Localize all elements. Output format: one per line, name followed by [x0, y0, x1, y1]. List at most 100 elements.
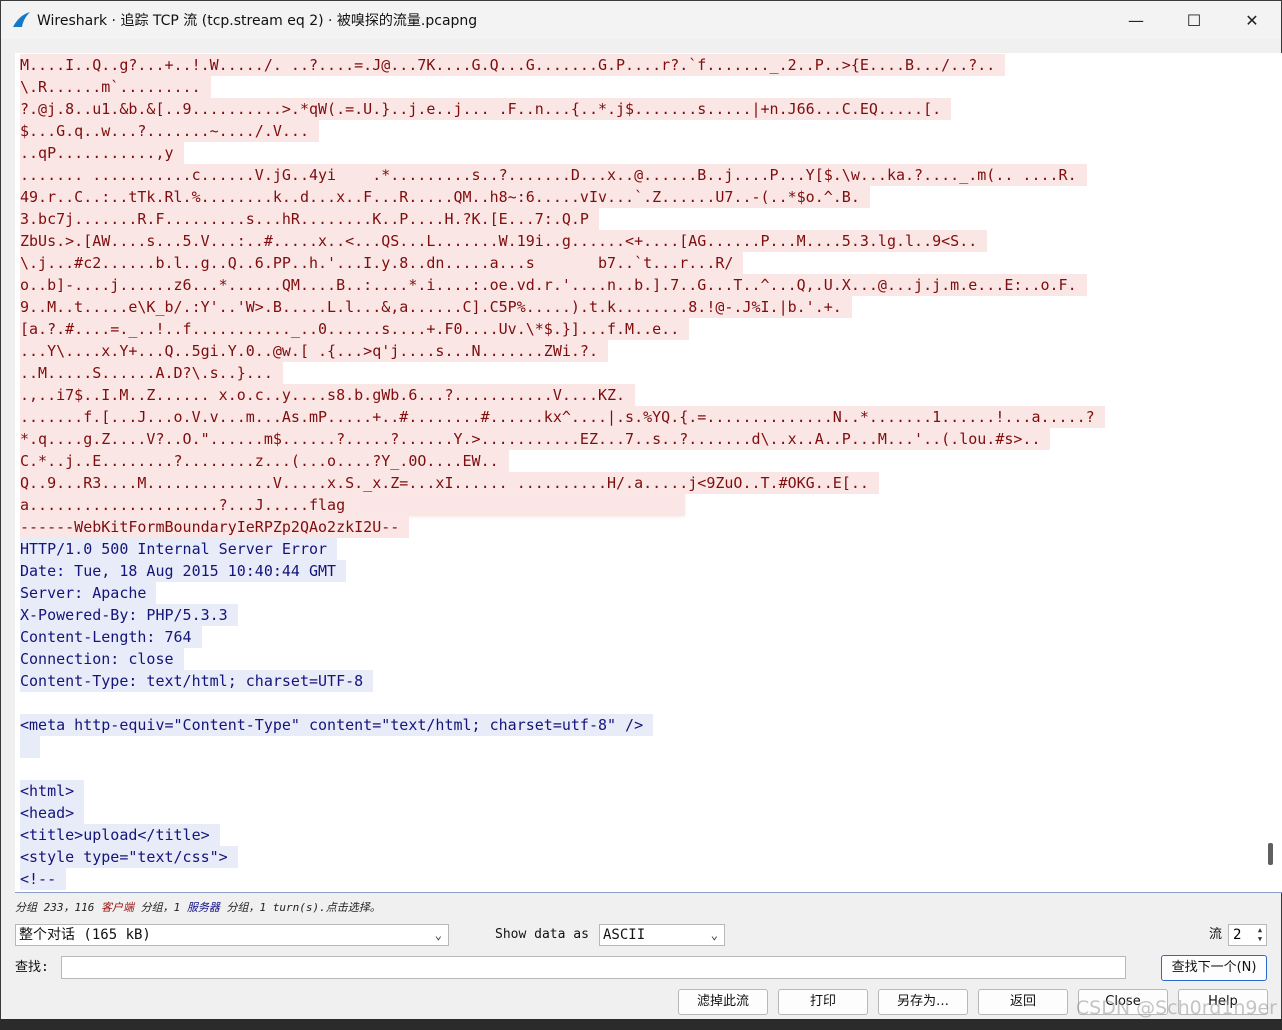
save-as-button[interactable]: 另存为…	[878, 989, 968, 1015]
server-stream-line: <!--	[20, 868, 1247, 890]
show-data-as-select[interactable]: ASCII ⌄	[599, 924, 725, 946]
stream-line-text: <title>upload</title>	[20, 824, 220, 846]
server-stream-line: Connection: close	[20, 648, 1247, 670]
stream-line-text: <head>	[20, 802, 85, 824]
server-stream-line: Date: Tue, 18 Aug 2015 10:40:44 GMT	[20, 560, 1247, 582]
find-next-button[interactable]: 查找下一个(N)	[1161, 955, 1267, 981]
client-stream-line: ...Y\....x.Y+...Q..5gi.Y.0..@w.[ .{...>q…	[20, 340, 1247, 362]
server-stream-line: <html>	[20, 780, 1247, 802]
stream-number-value: 2	[1233, 927, 1242, 943]
status-prefix: 分组 233，116	[15, 901, 101, 914]
empty-stream-line	[20, 692, 1247, 714]
server-stream-line: <meta http-equiv="Content-Type" content=…	[20, 714, 1247, 736]
back-button[interactable]: 返回	[978, 989, 1068, 1015]
stream-line-text: ?.@j.8..u1.&b.&[..9..........>.*qW(.=.U.…	[20, 98, 952, 120]
client-stream-line: \.R......m`.........	[20, 76, 1247, 98]
stream-line-text: Content-Length: 764	[20, 626, 202, 648]
client-stream-line: Q..9...R3....M..............V.....x.S._x…	[20, 472, 1247, 494]
client-stream-line: 3.bc7j.......R.F.........s...hR........K…	[20, 208, 1247, 230]
stream-number-label: 流	[1209, 927, 1223, 942]
find-row: 查找: 查找下一个(N)	[15, 955, 1269, 981]
filter-out-stream-button[interactable]: 滤掉此流	[678, 989, 768, 1015]
taskbar-strip	[0, 1019, 1282, 1030]
close-window-button[interactable]: ✕	[1223, 1, 1281, 39]
client-stream-line: [a.?.#....=._..!..f..........._..0......…	[20, 318, 1247, 340]
redacted-flag-blur	[355, 494, 686, 517]
wireshark-fin-icon	[13, 12, 30, 27]
stream-line-text: o..b]-....j......z6...*......QM....B..:.…	[20, 274, 1087, 296]
stream-line-text: ..M.....S......A.D?\.s..}...	[20, 362, 283, 384]
server-stream-line: <style type="text/css">	[20, 846, 1247, 868]
server-stream-line: <head>	[20, 802, 1247, 824]
status-middle: 分组，1	[133, 901, 187, 914]
server-stream-line: X-Powered-By: PHP/5.3.3	[20, 604, 1247, 626]
server-stream-line: HTTP/1.0 500 Internal Server Error	[20, 538, 1247, 560]
stream-line-text: <meta http-equiv="Content-Type" content=…	[20, 714, 654, 736]
client-stream-line: a.....................?...J.....flag	[20, 494, 1247, 517]
stream-line-text: Date: Tue, 18 Aug 2015 10:40:44 GMT	[20, 560, 347, 582]
stream-line-text: Q..9...R3....M..............V.....x.S._x…	[20, 472, 879, 494]
follow-tcp-stream-window: Wireshark · 追踪 TCP 流 (tcp.stream eq 2) ·…	[0, 0, 1282, 1030]
stream-line-text: [a.?.#....=._..!..f..........._..0......…	[20, 318, 690, 340]
show-data-as-label: Show data as	[495, 927, 589, 942]
client-stream-line: ..qP...........,y	[20, 142, 1247, 164]
stream-line-text: ...Y\....x.Y+...Q..5gi.Y.0..@w.[ .{...>q…	[20, 340, 608, 362]
conversation-direction-select[interactable]: 整个对话 (165 kB) ⌄	[15, 924, 449, 946]
maximize-button[interactable]: ☐	[1165, 1, 1223, 39]
empty-stream-line	[20, 758, 1247, 780]
stream-line-text: \.R......m`.........	[20, 76, 211, 98]
stream-line-text: *.q....g.Z....V?..O."......m$......?....…	[20, 428, 1051, 450]
conversation-direction-value: 整个对话 (165 kB)	[19, 927, 151, 943]
stream-line-text: 9..M..t.....e\K_b/.:Y'..'W>.B.....L.l...…	[20, 296, 852, 318]
client-stream-line: *.q....g.Z....V?..O."......m$......?....…	[20, 428, 1247, 450]
stream-line-text: M....I..Q..g?...+..!.W...../. ..?....=.J…	[20, 54, 1006, 76]
server-stream-line: <title>upload</title>	[20, 824, 1247, 846]
client-stream-line: ------WebKitFormBoundaryIeRPZp2QAo2zkI2U…	[20, 516, 1247, 538]
stream-text-area[interactable]: M....I..Q..g?...+..!.W...../. ..?....=.J…	[15, 53, 1247, 892]
stream-line-text: $...G.q..w...?.......~..../.V...	[20, 120, 319, 142]
status-client-word: 客户端	[100, 901, 134, 914]
client-stream-line: M....I..Q..g?...+..!.W...../. ..?....=.J…	[20, 54, 1247, 76]
client-stream-line: 9..M..t.....e\K_b/.:Y'..'W>.B.....L.l...…	[20, 296, 1247, 318]
chevron-down-icon: ⌄	[710, 928, 718, 942]
status-server-word: 服务器	[186, 901, 220, 914]
client-stream-line: ....... ...........c......V.jG..4yi .*..…	[20, 164, 1247, 186]
client-stream-line: ?.@j.8..u1.&b.&[..9..........>.*qW(.=.U.…	[20, 98, 1247, 120]
print-button[interactable]: 打印	[778, 989, 868, 1015]
stream-content-pane[interactable]: M....I..Q..g?...+..!.W...../. ..?....=.J…	[15, 53, 1282, 893]
stream-line-text: <style type="text/css">	[20, 846, 238, 868]
stream-line-text: X-Powered-By: PHP/5.3.3	[20, 604, 238, 626]
show-data-as-value: ASCII	[603, 927, 646, 943]
chevron-down-icon: ⌄	[434, 928, 442, 942]
status-suffix: 分组，1 turn(s).点击选择。	[219, 901, 381, 914]
server-stream-line: Content-Type: text/html; charset=UTF-8	[20, 670, 1247, 692]
stream-line-text: 3.bc7j.......R.F.........s...hR........K…	[20, 208, 599, 230]
title-bar: Wireshark · 追踪 TCP 流 (tcp.stream eq 2) ·…	[1, 1, 1281, 39]
packet-count-status: 分组 233，116 客户端 分组，1 服务器 分组，1 turn(s).点击选…	[15, 899, 381, 915]
minimize-button[interactable]: —	[1107, 1, 1165, 39]
server-stream-line	[20, 736, 1247, 758]
stream-line-text: \.j...#c2......b.l..g..Q..6.PP..h.'...I.…	[20, 252, 744, 274]
client-stream-line: .......f.[...J...o.V.v...m...As.mP.....+…	[20, 406, 1247, 428]
spin-arrows-icon[interactable]: ▲ ▼	[1255, 926, 1265, 944]
find-input[interactable]	[61, 956, 1126, 979]
vertical-scrollbar[interactable]	[1248, 53, 1282, 892]
stream-line-text: C.*..j..E........?........z...(...o....?…	[20, 450, 509, 472]
stream-line-text: <html>	[20, 780, 85, 802]
stream-line-text: HTTP/1.0 500 Internal Server Error	[20, 538, 338, 560]
stream-line-text	[20, 736, 40, 758]
stream-line-text: .......f.[...J...o.V.v...m...As.mP.....+…	[20, 406, 1105, 428]
stream-line-text: 49.r..C..:..tTk.Rl.%........k..d...x..F.…	[20, 186, 870, 208]
client-stream-line: \.j...#c2......b.l..g..Q..6.PP..h.'...I.…	[20, 252, 1247, 274]
client-stream-line: ZbUs.>.[AW....s...5.V...:..#.....x..<...…	[20, 230, 1247, 252]
scrollbar-thumb[interactable]	[1268, 843, 1273, 865]
client-stream-line: C.*..j..E........?........z...(...o....?…	[20, 450, 1247, 472]
find-label: 查找:	[15, 960, 49, 975]
stream-line-text: ..qP...........,y	[20, 142, 184, 164]
stream-line-text: ZbUs.>.[AW....s...5.V...:..#.....x..<...…	[20, 230, 988, 252]
csdn-watermark: CSDN @Sch0rd1n9er	[1075, 997, 1277, 1019]
stream-line-text: Connection: close	[20, 648, 184, 670]
stream-number-spinbox[interactable]: 2 ▲ ▼	[1228, 924, 1267, 946]
stream-line-text: ....... ...........c......V.jG..4yi .*..…	[20, 164, 1087, 186]
stream-line-text: .,..i7$..I.M..Z...... x.o.c..y....s8.b.g…	[20, 384, 636, 406]
